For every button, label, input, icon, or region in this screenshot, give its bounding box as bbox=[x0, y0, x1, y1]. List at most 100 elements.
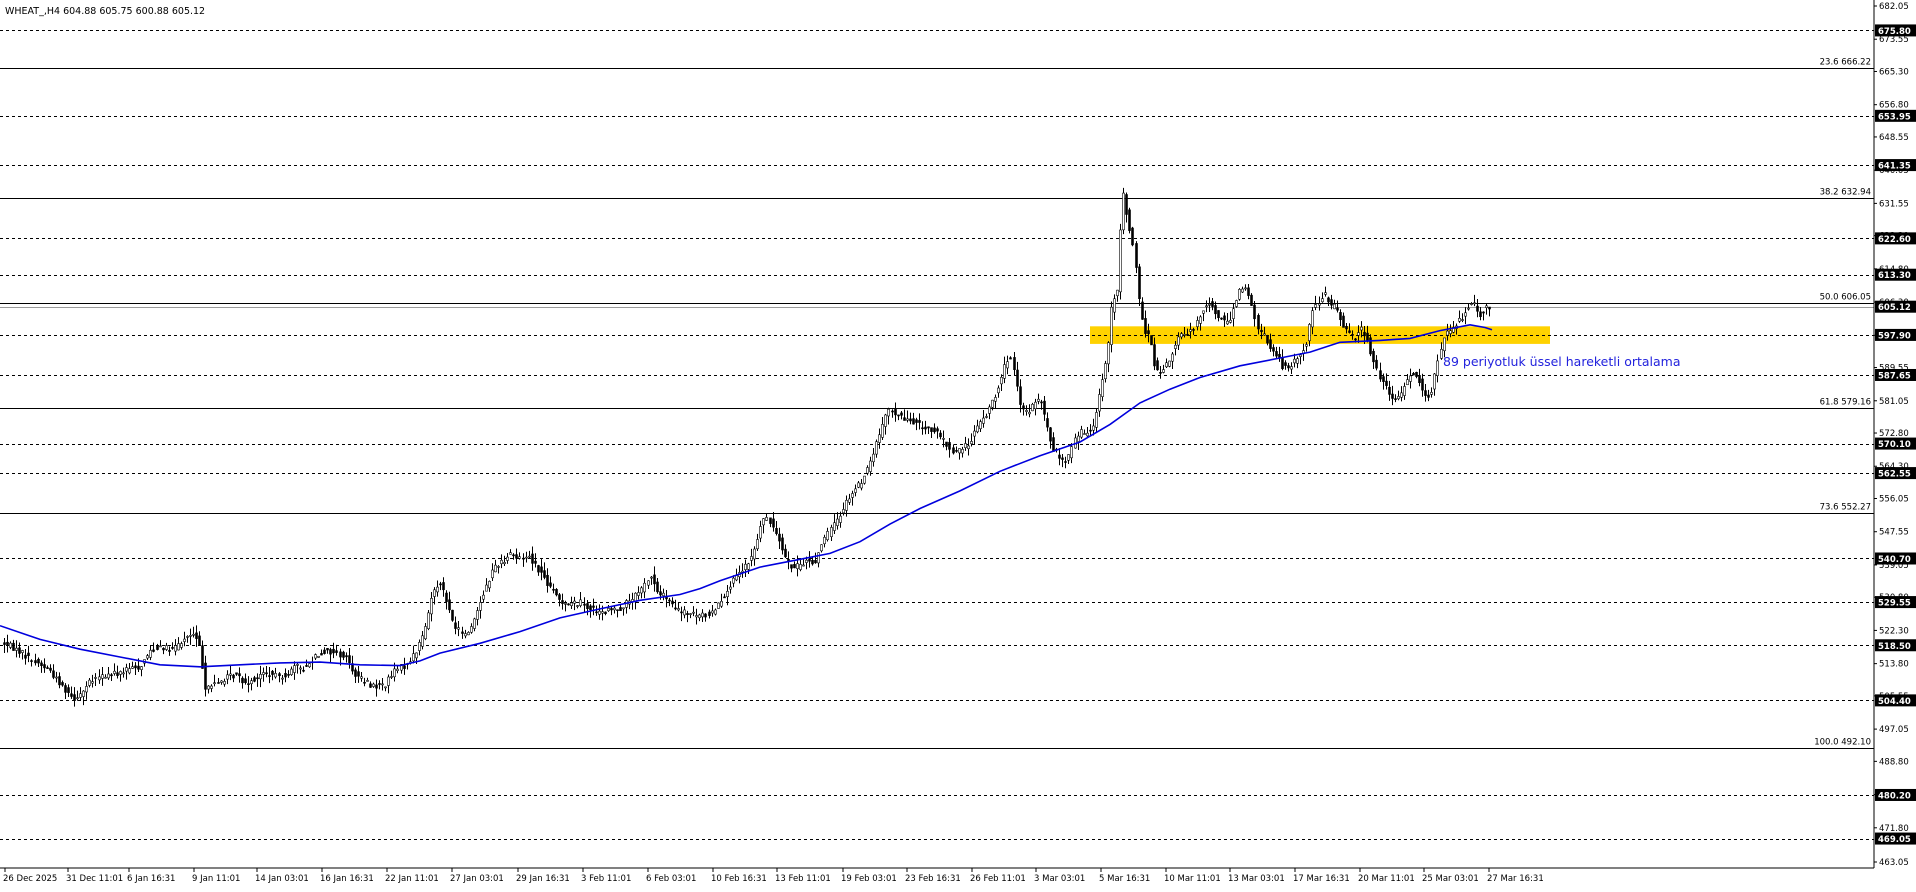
candle-body-430 bbox=[1314, 304, 1317, 308]
candle-body-58 bbox=[180, 643, 183, 648]
candle-body-107 bbox=[329, 649, 332, 655]
candle-body-371 bbox=[1135, 243, 1138, 268]
candle-body-394 bbox=[1205, 305, 1208, 308]
candle-body-429 bbox=[1311, 310, 1314, 328]
fib-label-5: 100.0 492.10 bbox=[1814, 738, 1871, 748]
time-tick-label-21: 20 Mar 11:01 bbox=[1358, 874, 1415, 884]
candle-body-233 bbox=[714, 609, 717, 615]
candle-body-387 bbox=[1183, 334, 1186, 336]
candle-body-444 bbox=[1357, 332, 1360, 336]
candle-body-152 bbox=[467, 632, 470, 636]
price-axis[interactable]: 682.05673.55665.30656.80648.55640.05631.… bbox=[1874, 2, 1916, 868]
candle-body-388 bbox=[1186, 334, 1189, 336]
candle-body-487 bbox=[1488, 306, 1491, 310]
candle-body-164 bbox=[503, 562, 506, 565]
level-1-label: 653.95 bbox=[1878, 112, 1911, 122]
candle-body-269 bbox=[823, 537, 826, 545]
candle-body-155 bbox=[476, 610, 479, 620]
time-tick-label-4: 14 Jan 03:01 bbox=[255, 874, 309, 884]
level-5-label: 597.90 bbox=[1878, 331, 1911, 341]
candle-body-359 bbox=[1098, 394, 1101, 412]
candle-body-163 bbox=[500, 559, 503, 565]
candle-body-113 bbox=[348, 655, 351, 664]
candle-body-16 bbox=[52, 670, 55, 678]
candle-body-422 bbox=[1290, 366, 1293, 370]
candle-body-75 bbox=[232, 674, 235, 679]
price-tick-label-16: 547.55 bbox=[1879, 528, 1909, 538]
candle-body-478 bbox=[1461, 319, 1464, 321]
candle-body-440 bbox=[1345, 325, 1348, 330]
candle-body-22 bbox=[70, 693, 73, 697]
candle-body-315 bbox=[964, 443, 967, 448]
candle-body-147 bbox=[451, 609, 454, 621]
candle-body-137 bbox=[421, 635, 424, 647]
candle-body-264 bbox=[808, 558, 811, 562]
candle-body-472 bbox=[1443, 337, 1446, 352]
candle-body-326 bbox=[997, 387, 1000, 394]
candle-body-65 bbox=[201, 645, 204, 669]
candle-body-456 bbox=[1394, 398, 1397, 400]
candle-body-304 bbox=[930, 427, 933, 432]
candle-body-182 bbox=[558, 594, 561, 600]
candle-body-280 bbox=[857, 482, 860, 488]
candle-body-340 bbox=[1040, 401, 1043, 404]
candle-body-2 bbox=[9, 642, 12, 648]
candle-body-215 bbox=[659, 591, 662, 596]
candle-body-171 bbox=[525, 556, 528, 559]
candle-body-120 bbox=[369, 683, 372, 688]
candle-body-136 bbox=[418, 642, 421, 651]
candle-body-183 bbox=[561, 600, 564, 604]
candle-body-339 bbox=[1037, 398, 1040, 402]
candle-body-159 bbox=[488, 581, 491, 589]
candle-body-131 bbox=[403, 665, 406, 669]
candle-body-307 bbox=[939, 432, 942, 438]
candle-body-198 bbox=[607, 608, 610, 612]
candle-body-162 bbox=[497, 566, 500, 568]
candle-body-45 bbox=[140, 666, 143, 670]
candle-body-27 bbox=[85, 686, 88, 693]
candle-body-161 bbox=[494, 564, 497, 573]
price-tick-label-22: 497.05 bbox=[1879, 725, 1909, 735]
candle-body-466 bbox=[1424, 390, 1427, 396]
time-tick-label-20: 17 Mar 16:31 bbox=[1293, 874, 1350, 884]
candle-body-396 bbox=[1211, 301, 1214, 307]
candle-body-461 bbox=[1409, 375, 1412, 382]
candle-body-14 bbox=[46, 667, 49, 669]
time-tick-label-11: 10 Feb 16:31 bbox=[711, 874, 767, 884]
candle-body-391 bbox=[1196, 320, 1199, 327]
level-3-label: 622.60 bbox=[1878, 235, 1911, 245]
candle-body-83 bbox=[256, 677, 259, 680]
candle-body-246 bbox=[753, 548, 756, 560]
candle-body-128 bbox=[393, 668, 396, 678]
time-tick-label-0: 26 Dec 2025 bbox=[3, 874, 57, 884]
candle-body-362 bbox=[1107, 342, 1110, 365]
candle-body-189 bbox=[579, 599, 582, 606]
candle-body-3 bbox=[12, 642, 15, 651]
candle-body-226 bbox=[692, 611, 695, 614]
candle-body-479 bbox=[1464, 312, 1467, 317]
candle-body-400 bbox=[1223, 315, 1226, 321]
candle-body-228 bbox=[698, 614, 701, 619]
candle-body-311 bbox=[952, 447, 955, 454]
candle-body-310 bbox=[948, 442, 951, 450]
candle-body-174 bbox=[534, 560, 537, 564]
candle-body-69 bbox=[213, 682, 216, 685]
candle-body-5 bbox=[18, 647, 21, 654]
candle-body-56 bbox=[174, 645, 177, 652]
candle-body-393 bbox=[1202, 310, 1205, 314]
candle-body-123 bbox=[378, 683, 381, 685]
candle-body-230 bbox=[704, 613, 707, 618]
candle-body-409 bbox=[1250, 294, 1253, 306]
candle-body-376 bbox=[1150, 335, 1153, 346]
candle-body-464 bbox=[1418, 375, 1421, 384]
level-8-label: 562.55 bbox=[1878, 470, 1911, 480]
price-tick-label-25: 471.80 bbox=[1879, 824, 1909, 834]
candle-body-361 bbox=[1104, 363, 1107, 380]
time-axis[interactable]: 26 Dec 2025 31 Dec 11:01 6 Jan 16:31 9 Jan … bbox=[3, 868, 1544, 884]
level-13-label: 480.20 bbox=[1878, 791, 1911, 801]
candle-body-381 bbox=[1165, 362, 1168, 368]
candle-body-483 bbox=[1476, 305, 1479, 312]
candle-body-85 bbox=[262, 672, 265, 675]
fib-label-1: 38.2 632.94 bbox=[1820, 188, 1871, 198]
candle-body-356 bbox=[1089, 429, 1092, 432]
